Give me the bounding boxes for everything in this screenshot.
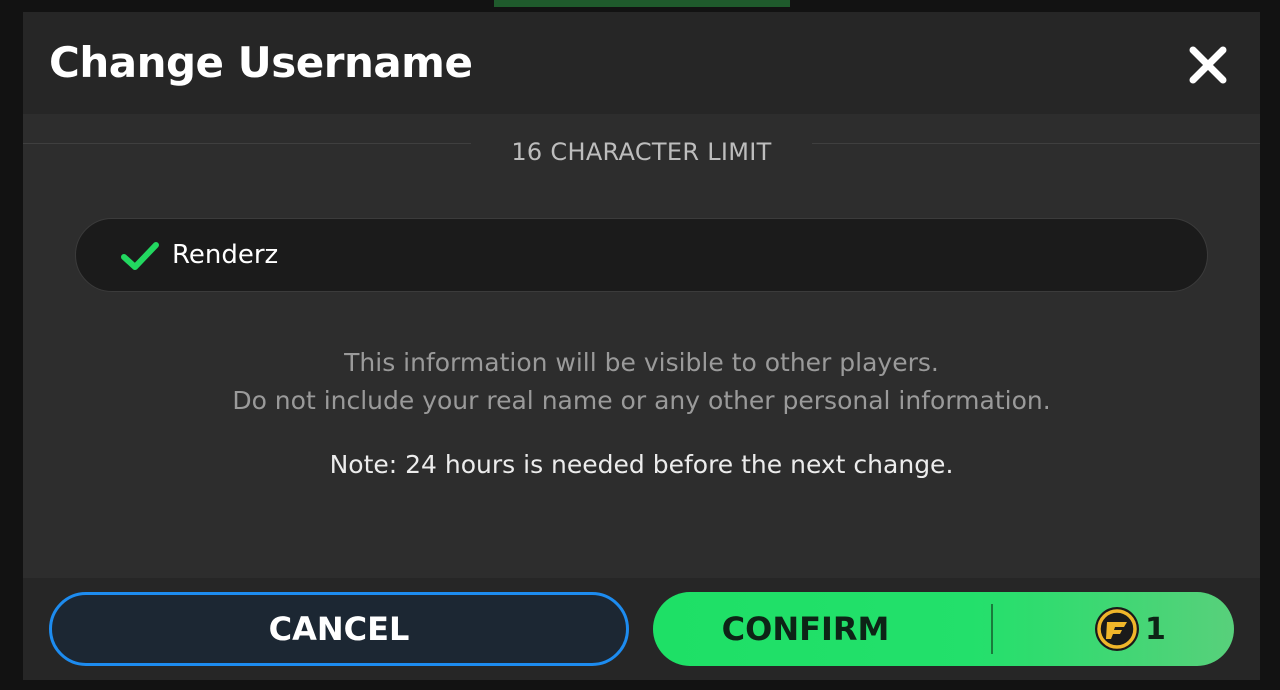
close-button[interactable] <box>1183 40 1233 90</box>
coin-icon <box>1095 607 1139 651</box>
background-tab-indicator <box>494 0 790 7</box>
privacy-info-line-2: Do not include your real name or any oth… <box>232 386 1051 415</box>
confirm-button-label: CONFIRM <box>721 610 890 648</box>
modal-title: Change Username <box>49 38 473 87</box>
close-icon <box>1189 46 1227 84</box>
confirm-cost: 1 <box>1145 611 1166 647</box>
confirm-button[interactable]: CONFIRM 1 <box>653 592 1234 666</box>
confirm-divider <box>991 604 993 654</box>
cooldown-note: Note: 24 hours is needed before the next… <box>329 450 954 479</box>
username-field[interactable] <box>75 218 1208 292</box>
cancel-button[interactable]: CANCEL <box>49 592 629 666</box>
character-limit-row: 16 CHARACTER LIMIT <box>23 124 1260 166</box>
modal-header: Change Username <box>23 12 1260 114</box>
modal-footer: CANCEL CONFIRM 1 <box>23 578 1260 680</box>
privacy-info-line-1: This information will be visible to othe… <box>344 348 939 377</box>
check-icon <box>121 242 159 270</box>
cancel-button-label: CANCEL <box>268 610 410 648</box>
username-input[interactable] <box>172 219 1172 291</box>
character-limit-label: 16 CHARACTER LIMIT <box>511 138 772 166</box>
change-username-modal: Change Username 16 CHARACTER LIMIT This … <box>23 12 1260 680</box>
privacy-info: This information will be visible to othe… <box>23 344 1260 420</box>
